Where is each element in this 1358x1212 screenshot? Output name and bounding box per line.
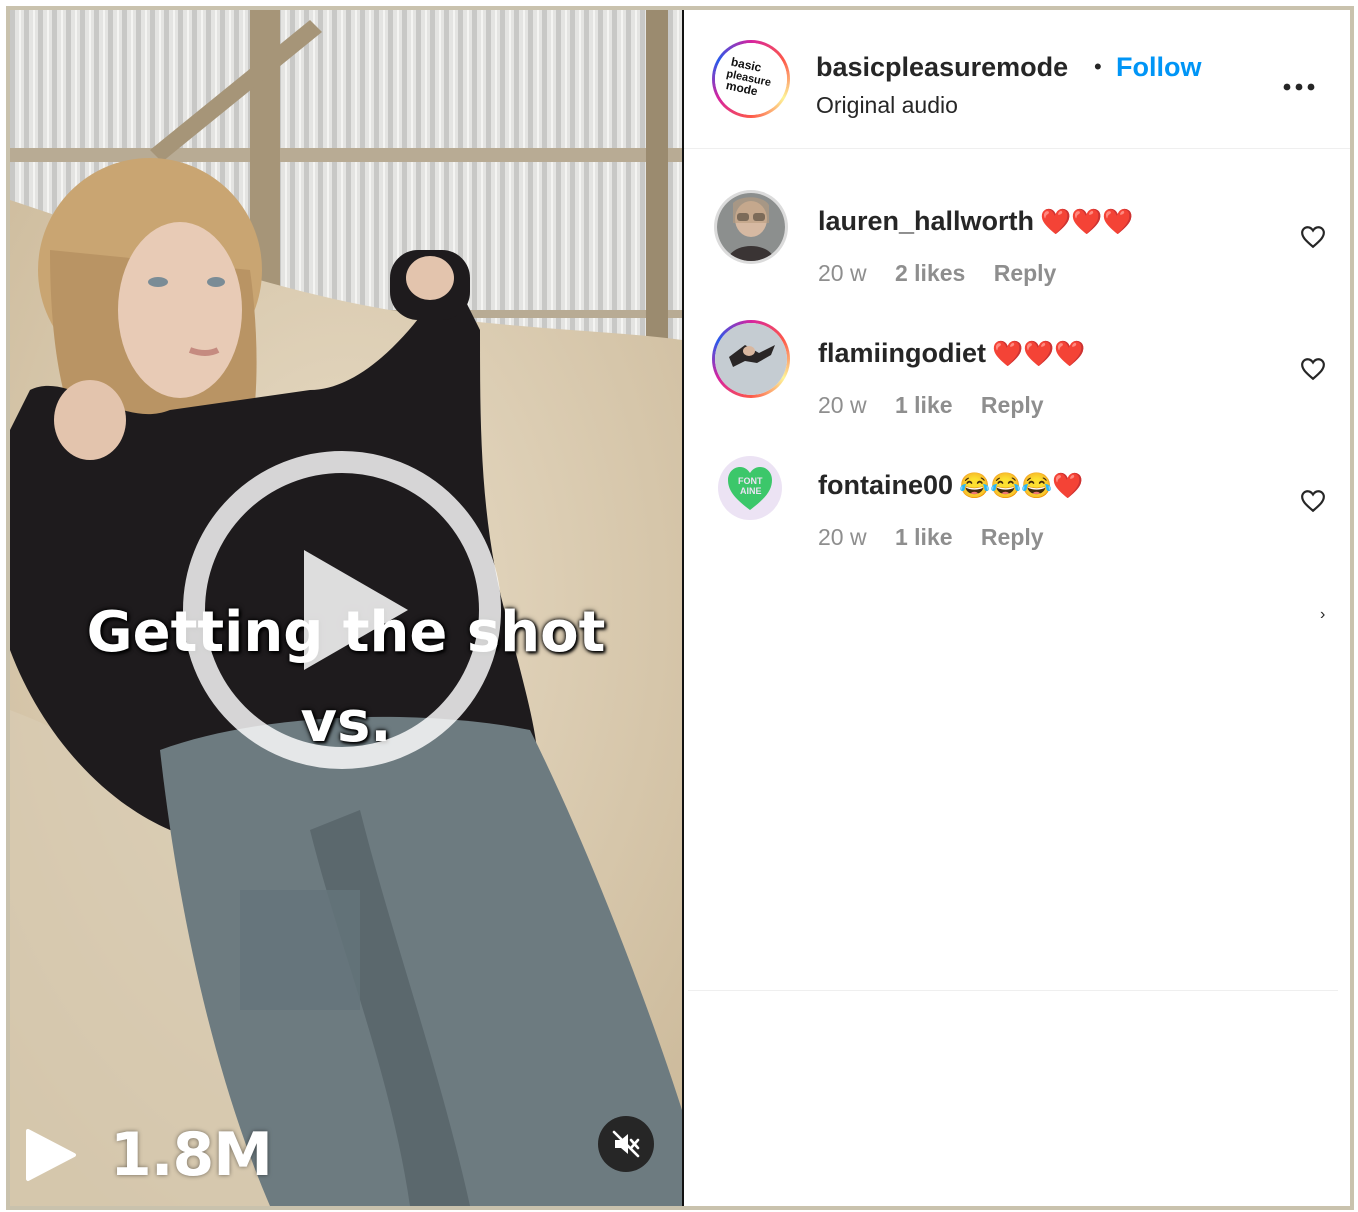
post-modal: Getting the shot vs. 1.8M basic pleasure… xyxy=(6,6,1354,1210)
commenter-avatar[interactable] xyxy=(714,190,788,264)
comment-meta: 20 w 2 likes Reply xyxy=(818,260,1078,287)
scroll-indicator: › xyxy=(1320,606,1326,623)
comment-body: 😂😂😂❤️ xyxy=(959,472,1084,500)
svg-text:AINE: AINE xyxy=(740,486,762,496)
commenter-username[interactable]: lauren_hallworth xyxy=(818,206,1034,236)
speaker-muted-icon xyxy=(612,1130,640,1158)
like-heart-icon[interactable] xyxy=(1300,356,1326,382)
comment-text: flamiingodiet ❤️❤️❤️ xyxy=(818,338,1085,369)
svg-text:FONT: FONT xyxy=(738,476,763,486)
reply-button[interactable]: Reply xyxy=(981,524,1044,550)
comment-text: fontaine00 😂😂😂❤️ xyxy=(818,470,1084,501)
view-count-label: 1.8M xyxy=(110,1120,273,1190)
follow-button[interactable]: Follow xyxy=(1116,52,1201,83)
reply-button[interactable]: Reply xyxy=(981,392,1044,418)
comment-item: lauren_hallworth ❤️❤️❤️ 20 w 2 likes Repl… xyxy=(684,190,1350,326)
comment-meta: 20 w 1 like Reply xyxy=(818,524,1066,551)
view-count: 1.8M xyxy=(20,1120,273,1190)
comment-text: lauren_hallworth ❤️❤️❤️ xyxy=(818,206,1133,237)
play-icon xyxy=(26,1129,76,1181)
comment-item: flamiingodiet ❤️❤️❤️ 20 w 1 like Reply xyxy=(684,320,1350,458)
comment-time[interactable]: 20 w xyxy=(818,260,867,286)
commenter-avatar[interactable]: FONT AINE xyxy=(718,456,782,520)
separator-dot: • xyxy=(1094,54,1102,79)
comment-likes[interactable]: 1 like xyxy=(895,524,953,550)
more-options-button[interactable] xyxy=(1282,62,1316,101)
mute-button[interactable] xyxy=(598,1116,654,1172)
comment-body: ❤️❤️❤️ xyxy=(1040,208,1134,236)
commenter-username[interactable]: fontaine00 xyxy=(818,470,953,500)
video-player[interactable]: Getting the shot vs. 1.8M xyxy=(10,10,682,1206)
comment-time[interactable]: 20 w xyxy=(818,524,867,550)
comment-time[interactable]: 20 w xyxy=(818,392,867,418)
commenter-username[interactable]: flamiingodiet xyxy=(818,338,986,368)
reply-button[interactable]: Reply xyxy=(994,260,1057,286)
panel-divider xyxy=(688,990,1338,991)
more-icon xyxy=(1283,83,1315,91)
comment-likes[interactable]: 2 likes xyxy=(895,260,965,286)
post-header: basic pleasure mode basicpleasuremode • … xyxy=(684,10,1350,149)
brand-logo-icon: basic pleasure mode xyxy=(725,55,772,99)
comments-panel: basic pleasure mode basicpleasuremode • … xyxy=(684,10,1350,1206)
like-heart-icon[interactable] xyxy=(1300,224,1326,250)
play-circle-icon[interactable] xyxy=(182,450,502,770)
comment-likes[interactable]: 1 like xyxy=(895,392,953,418)
comment-body: ❤️❤️❤️ xyxy=(992,340,1086,368)
author-avatar[interactable]: basic pleasure mode xyxy=(712,40,790,118)
comment-meta: 20 w 1 like Reply xyxy=(818,392,1066,419)
comment-item: FONT AINE fontaine00 😂😂😂❤️ 20 w 1 like Re… xyxy=(684,456,1350,590)
commenter-avatar[interactable] xyxy=(712,320,790,398)
heart-logo-icon: FONT AINE xyxy=(728,467,772,510)
like-heart-icon[interactable] xyxy=(1300,488,1326,514)
author-username[interactable]: basicpleasuremode xyxy=(816,52,1068,83)
audio-label[interactable]: Original audio xyxy=(816,92,958,119)
